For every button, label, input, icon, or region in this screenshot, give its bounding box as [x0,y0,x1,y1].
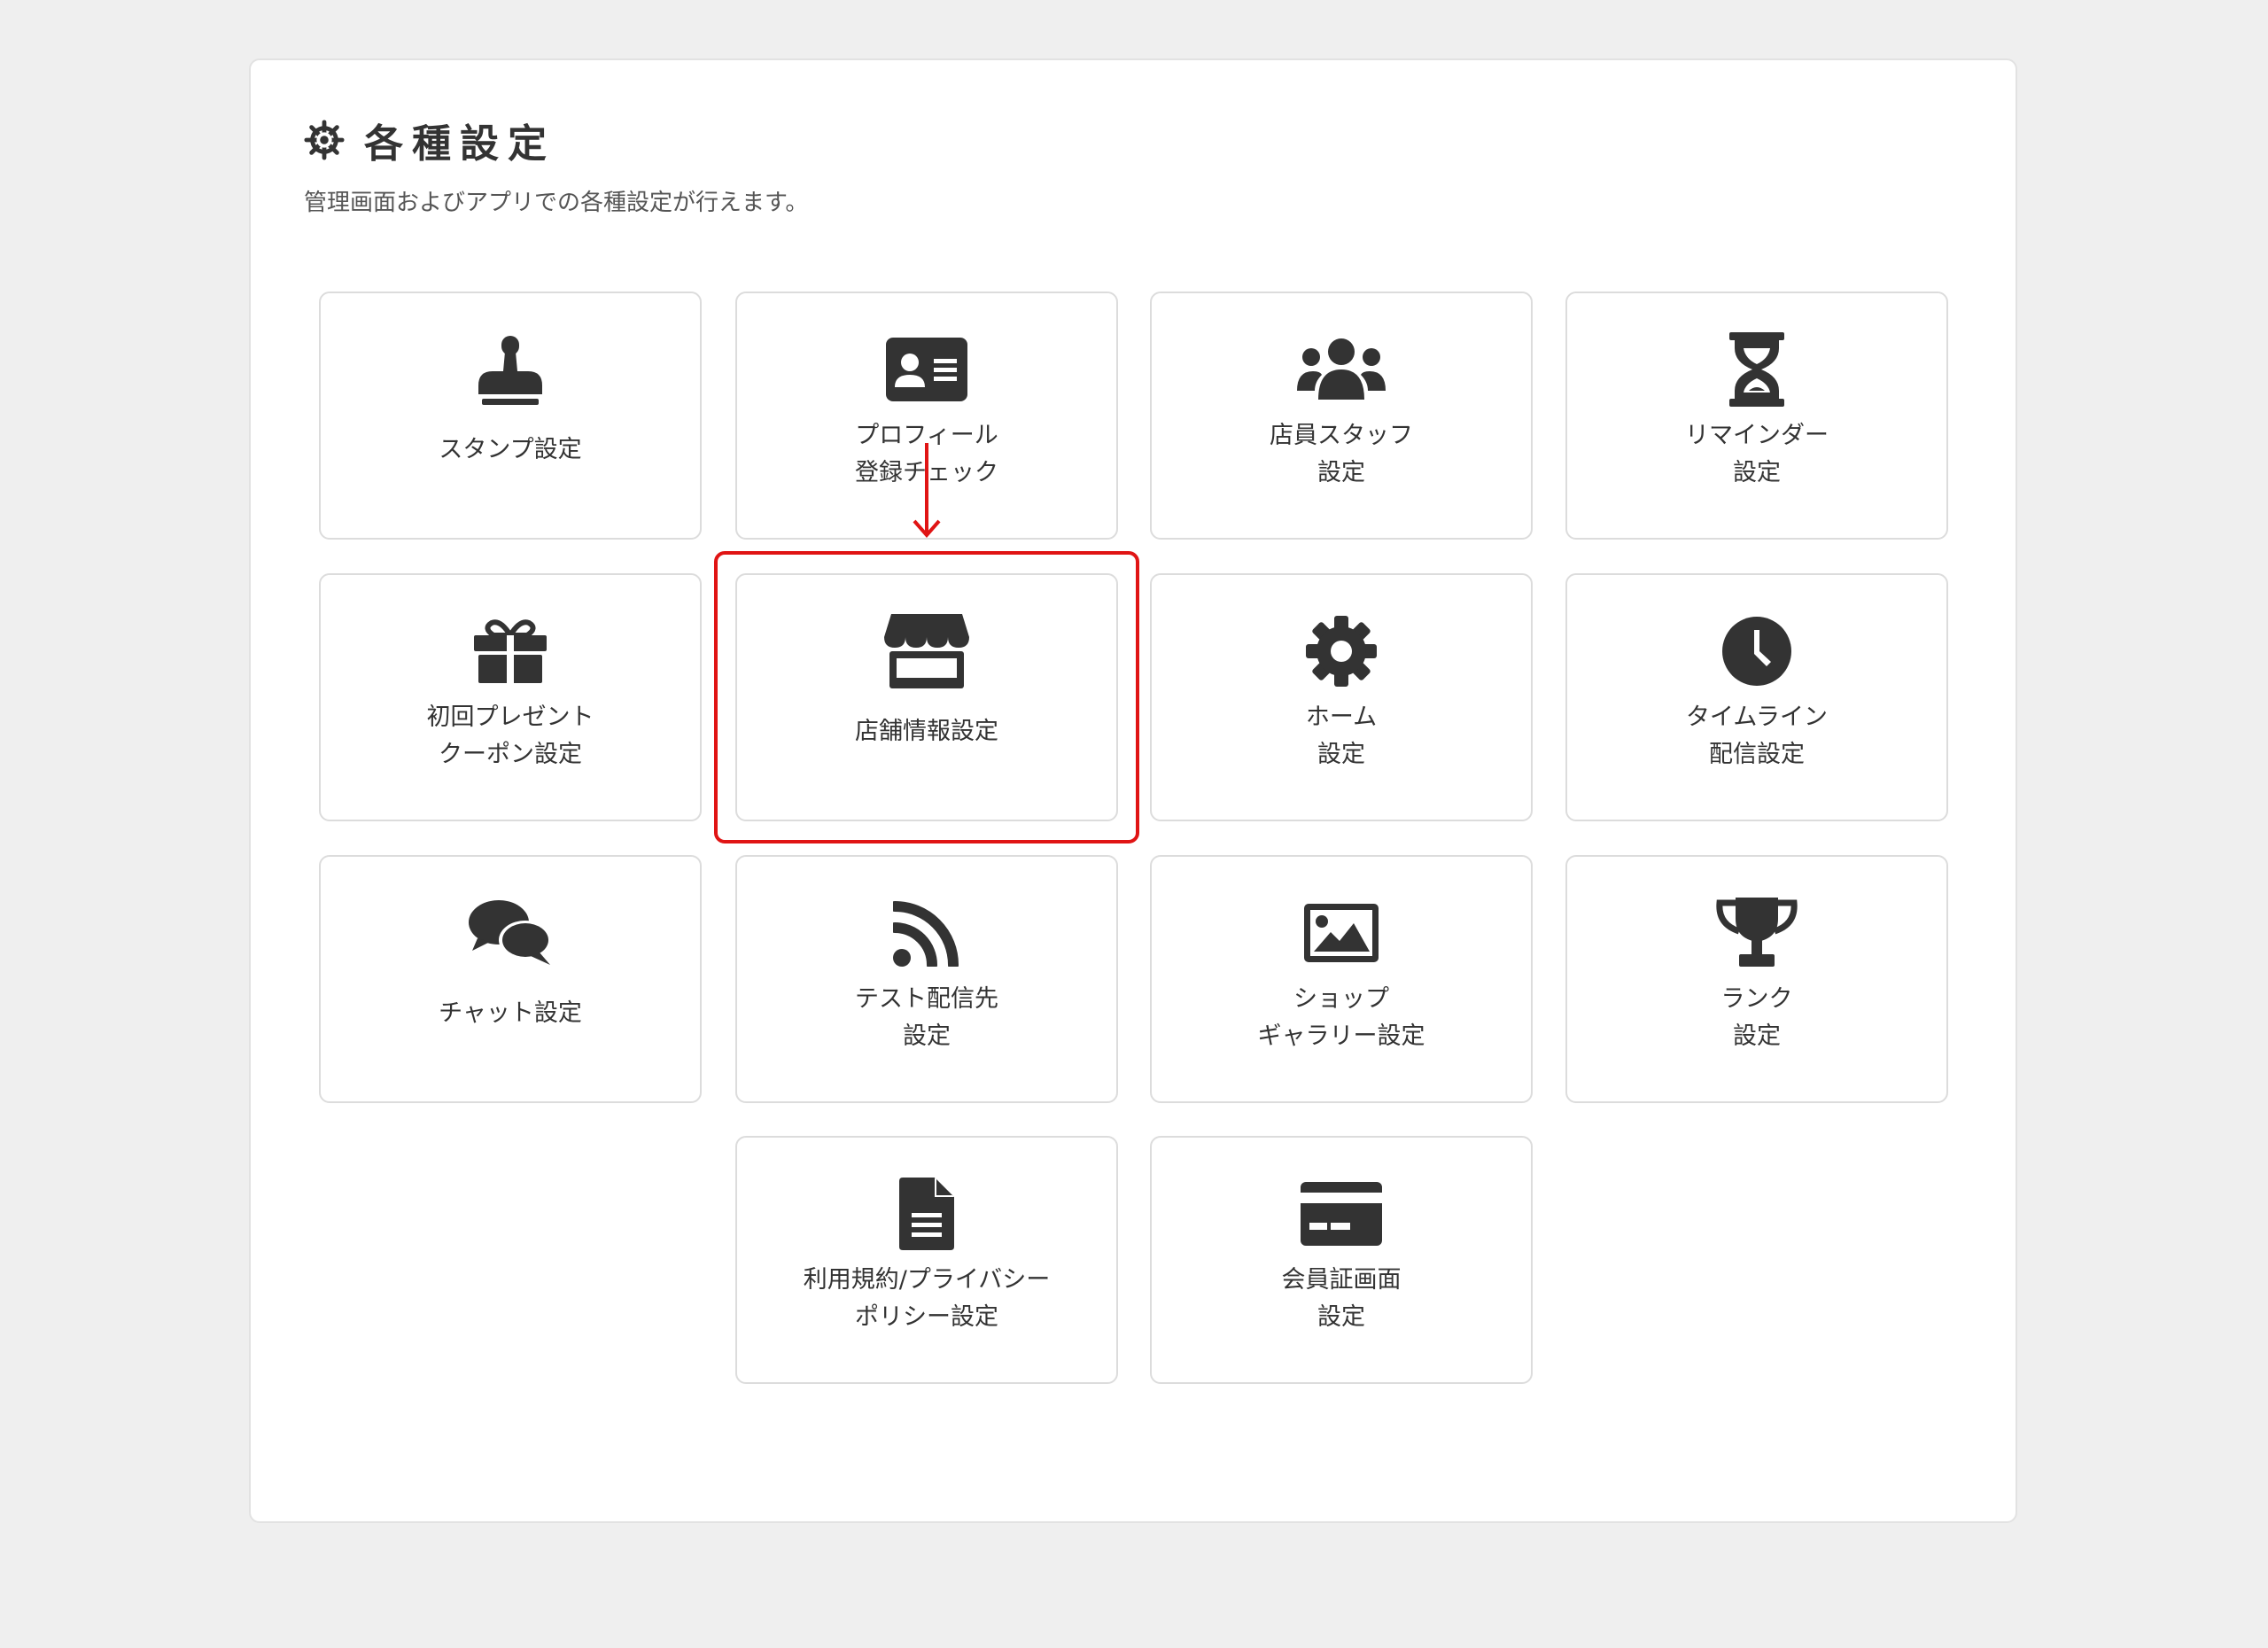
card-label-line: 設定 [1733,459,1781,486]
card-rank-settings[interactable]: ランク 設定 [1565,855,1948,1103]
card-label-line: 設定 [1317,741,1365,768]
card-label-line: クーポン設定 [439,741,582,768]
card-label-line: ランク [1720,985,1793,1013]
card-label-line: 設定 [903,1022,951,1050]
card-home-settings[interactable]: ホーム 設定 [1150,573,1533,821]
stamp-icon [466,332,555,407]
clock-icon [1713,614,1801,688]
hourglass-icon [1713,332,1801,407]
gift-icon [466,614,555,688]
id-card-icon [882,332,971,407]
page-header: 各種設定 [304,112,555,168]
card-label-line: 会員証画面 [1281,1266,1402,1294]
card-staff-settings[interactable]: 店員スタッフ 設定 [1150,292,1533,540]
card-label-line: 設定 [1733,1022,1781,1050]
card-label-line: 配信設定 [1709,741,1805,768]
card-label-line: タイムライン [1685,704,1829,731]
annotation-arrow-icon [913,443,941,539]
card-label-line: ホーム [1305,704,1378,731]
card-label-line: ギャラリー設定 [1257,1022,1425,1050]
document-icon [882,1177,971,1251]
card-terms-privacy-settings[interactable]: 利用規約/プライバシー ポリシー設定 [735,1136,1118,1384]
chat-bubbles-icon [466,896,555,970]
card-label-line: ポリシー設定 [855,1303,998,1331]
card-label-line: 店員スタッフ [1270,422,1413,449]
card-label-line: テスト配信先 [855,985,998,1013]
card-test-delivery-settings[interactable]: テスト配信先 設定 [735,855,1118,1103]
card-reminder-settings[interactable]: リマインダー 設定 [1565,292,1948,540]
helm-icon [304,120,345,160]
card-label-line: 設定 [1317,459,1365,486]
card-label-line: 初回プレゼント [426,704,594,731]
card-label-line: 店舗情報設定 [855,718,998,745]
image-icon [1297,896,1386,970]
trophy-icon [1713,896,1801,970]
card-label-line: リマインダー [1685,422,1829,449]
page-title: 各種設定 [364,121,555,167]
card-label-line: 設定 [1317,1303,1365,1331]
card-label-line: スタンプ設定 [439,436,582,463]
card-store-info-settings[interactable]: 店舗情報設定 [735,573,1118,821]
card-label-line: ショップ [1293,985,1389,1013]
page-description: 管理画面およびアプリでの各種設定が行えます。 [304,190,809,216]
card-chat-settings[interactable]: チャット設定 [319,855,702,1103]
card-label-line: 利用規約/プライバシー [803,1266,1051,1294]
card-first-present-coupon[interactable]: 初回プレゼント クーポン設定 [319,573,702,821]
card-timeline-delivery-settings[interactable]: タイムライン 配信設定 [1565,573,1948,821]
card-stamp-settings[interactable]: スタンプ設定 [319,292,702,540]
users-icon [1297,332,1386,407]
card-membership-card-screen-settings[interactable]: 会員証画面 設定 [1150,1136,1533,1384]
credit-card-icon [1297,1177,1386,1251]
card-shop-gallery-settings[interactable]: ショップ ギャラリー設定 [1150,855,1533,1103]
card-label-line: チャット設定 [439,999,582,1027]
rss-icon [882,896,971,970]
store-icon [882,614,971,688]
gear-icon [1297,614,1386,688]
